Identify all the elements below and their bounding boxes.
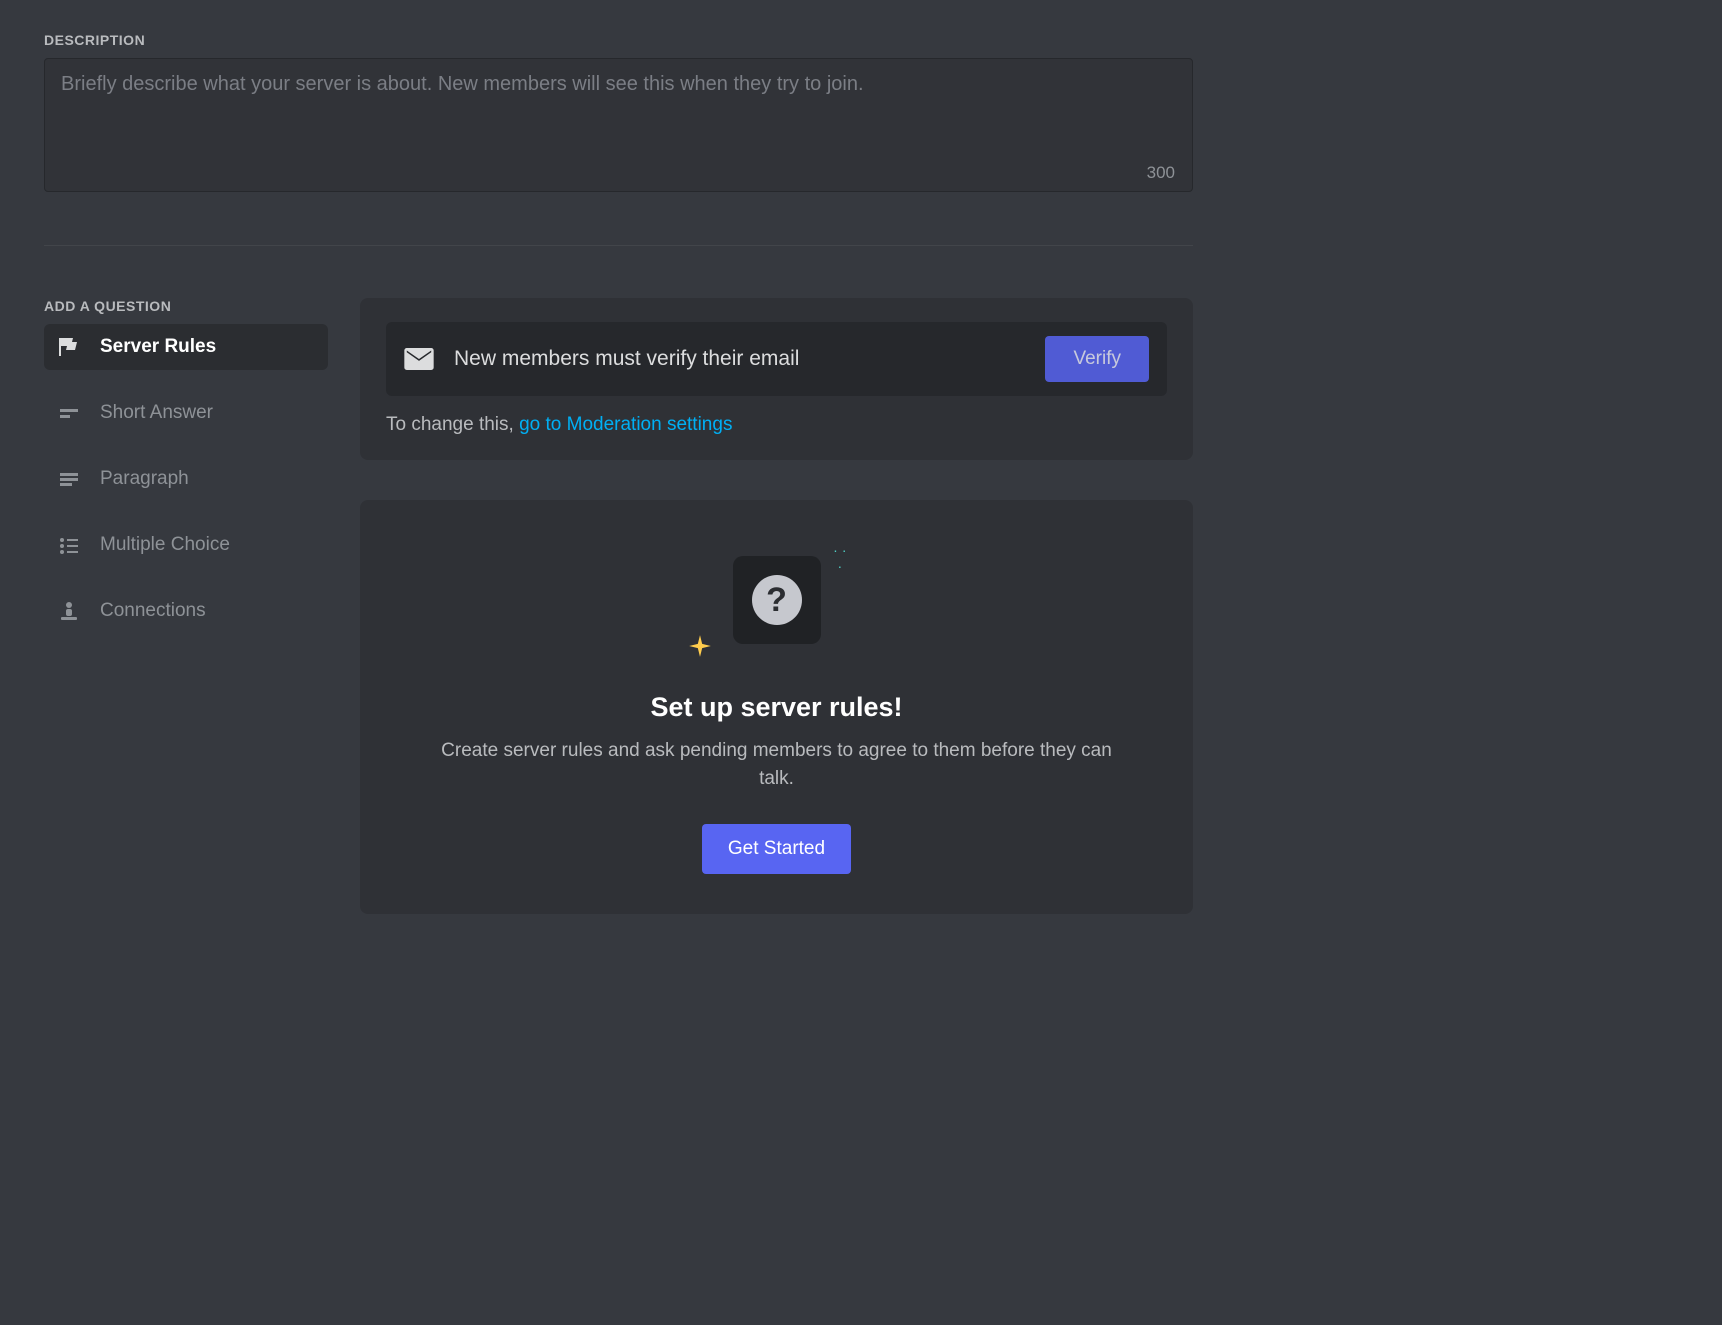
multiple-choice-icon <box>56 532 82 558</box>
verify-button[interactable]: Verify <box>1045 336 1149 382</box>
connections-icon <box>56 598 82 624</box>
sparkle-teal-icon: ··· <box>833 542 850 574</box>
question-box-icon: ? <box>733 556 821 644</box>
server-rules-card: ··· ? Set up server rules! Create server… <box>360 500 1193 914</box>
verify-email-card: New members must verify their email Veri… <box>360 298 1193 460</box>
question-type-label: Multiple Choice <box>100 534 230 556</box>
moderation-settings-link[interactable]: go to Moderation settings <box>519 414 732 435</box>
rules-illustration: ··· ? <box>697 544 857 674</box>
description-field-wrapper: 300 <box>44 58 1193 197</box>
question-type-paragraph[interactable]: Paragraph <box>44 456 328 502</box>
verify-email-text: New members must verify their email <box>454 347 1025 371</box>
sparkle-yellow-icon <box>687 633 713 664</box>
rules-card-subtitle: Create server rules and ask pending memb… <box>437 737 1117 792</box>
question-type-multiple-choice[interactable]: Multiple Choice <box>44 522 328 568</box>
flag-icon <box>56 334 82 360</box>
moderation-hint-prefix: To change this, <box>386 414 519 435</box>
rules-card-title: Set up server rules! <box>400 692 1153 723</box>
description-label: Description <box>44 32 1193 48</box>
get-started-button[interactable]: Get Started <box>702 824 851 874</box>
question-mark-icon: ? <box>752 575 802 625</box>
description-char-count: 300 <box>1147 163 1175 183</box>
question-type-label: Paragraph <box>100 468 189 490</box>
paragraph-icon <box>56 466 82 492</box>
mail-icon <box>404 348 434 370</box>
description-textarea[interactable] <box>44 58 1193 192</box>
short-answer-icon <box>56 400 82 426</box>
question-type-connections[interactable]: Connections <box>44 588 328 634</box>
section-divider <box>44 245 1193 246</box>
verify-email-row: New members must verify their email Veri… <box>386 322 1167 396</box>
question-type-label: Server Rules <box>100 336 216 358</box>
question-type-label: Connections <box>100 600 206 622</box>
question-type-server-rules[interactable]: Server Rules <box>44 324 328 370</box>
question-type-short-answer[interactable]: Short Answer <box>44 390 328 436</box>
question-type-label: Short Answer <box>100 402 213 424</box>
moderation-hint: To change this, go to Moderation setting… <box>386 414 1167 436</box>
add-question-label: Add a question <box>44 298 328 314</box>
